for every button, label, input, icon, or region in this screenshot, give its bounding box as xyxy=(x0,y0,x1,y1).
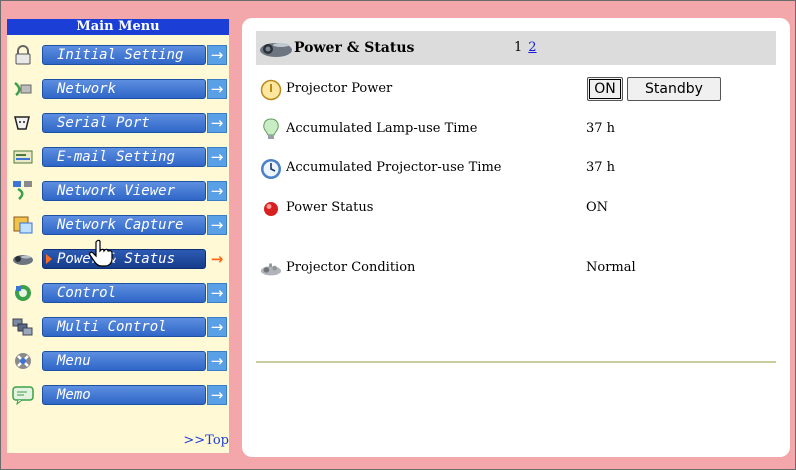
menu-button-menu[interactable]: Menu xyxy=(42,351,206,371)
arrow-right-icon[interactable]: → xyxy=(207,317,227,337)
network-viewer-icon xyxy=(12,181,34,201)
power-status-value: ON xyxy=(586,200,609,215)
page-frame: Main Menu Initial Setting → Network → Se… xyxy=(0,0,796,470)
top-link[interactable]: >>Top xyxy=(183,433,229,448)
arrow-right-icon[interactable]: → xyxy=(207,249,227,269)
menu-item-network-viewer[interactable]: Network Viewer → xyxy=(7,179,229,203)
arrow-right-icon[interactable]: → xyxy=(207,181,227,201)
arrow-right-icon[interactable]: → xyxy=(207,283,227,303)
menu-button-memo[interactable]: Memo xyxy=(42,385,206,405)
menu-button-initial-setting[interactable]: Initial Setting xyxy=(42,45,206,65)
projector-power-label: Projector Power xyxy=(286,81,393,96)
menu-item-power-status[interactable]: Power & Status → xyxy=(7,247,229,271)
selected-marker-icon xyxy=(46,254,52,264)
menu-item-serial-port[interactable]: Serial Port → xyxy=(7,111,229,135)
page-link-2[interactable]: 2 xyxy=(528,40,536,55)
arrow-right-icon[interactable]: → xyxy=(207,147,227,167)
arrow-right-icon[interactable]: → xyxy=(207,215,227,235)
menu-button-serial-port[interactable]: Serial Port xyxy=(42,113,206,133)
network-icon xyxy=(12,79,34,99)
arrow-right-icon[interactable]: → xyxy=(207,113,227,133)
section-header: Power & Status 12 xyxy=(256,31,776,65)
main-menu-sidebar: Main Menu Initial Setting → Network → Se… xyxy=(7,19,229,453)
condition-icon xyxy=(260,258,282,280)
projector-condition-label: Projector Condition xyxy=(286,260,416,275)
pagination: 12 xyxy=(514,40,537,55)
projector-icon xyxy=(260,43,292,57)
power-status-label: Power Status xyxy=(286,200,374,215)
multi-control-icon xyxy=(12,317,34,337)
email-icon xyxy=(12,147,34,167)
arrow-right-icon[interactable]: → xyxy=(207,79,227,99)
lamp-time-label: Accumulated Lamp-use Time xyxy=(286,121,478,136)
power-on-button[interactable]: ON xyxy=(587,77,623,101)
standby-button[interactable]: Standby xyxy=(627,77,721,101)
lock-icon xyxy=(12,45,34,65)
lamp-icon xyxy=(260,118,282,141)
menu-item-menu[interactable]: Menu → xyxy=(7,349,229,373)
projector-time-label: Accumulated Projector-use Time xyxy=(286,160,502,175)
row-power-status: Power Status ON xyxy=(256,195,776,221)
serial-port-icon xyxy=(12,113,34,133)
power-icon xyxy=(260,79,282,101)
menu-item-control[interactable]: Control → xyxy=(7,281,229,305)
row-projector-time: Accumulated Projector-use Time 37 h xyxy=(256,155,776,181)
menu-item-memo[interactable]: Memo → xyxy=(7,383,229,407)
lamp-time-value: 37 h xyxy=(586,121,616,136)
row-projector-power: Projector Power ON Standby xyxy=(256,76,776,102)
arrow-right-icon[interactable]: → xyxy=(207,351,227,371)
projector-condition-value: Normal xyxy=(586,260,636,275)
menu-button-network[interactable]: Network xyxy=(42,79,206,99)
menu-button-network-viewer[interactable]: Network Viewer xyxy=(42,181,206,201)
clock-icon xyxy=(260,158,282,180)
arrow-right-icon[interactable]: → xyxy=(207,385,227,405)
page-current: 1 xyxy=(514,40,523,55)
memo-icon xyxy=(12,385,34,405)
menu-item-multi-control[interactable]: Multi Control → xyxy=(7,315,229,339)
menu-button-power-status-label: Power & Status xyxy=(57,251,176,267)
menu-item-network-capture[interactable]: Network Capture → xyxy=(7,213,229,237)
arrow-right-icon[interactable]: → xyxy=(207,45,227,65)
projector-time-value: 37 h xyxy=(586,160,616,175)
menu-icon xyxy=(12,351,34,371)
menu-button-multi-control[interactable]: Multi Control xyxy=(42,317,206,337)
main-content-panel: Power & Status 12 Projector Power ON Sta… xyxy=(242,18,790,457)
projector-icon xyxy=(12,249,34,269)
row-lamp-time: Accumulated Lamp-use Time 37 h xyxy=(256,116,776,142)
menu-button-control[interactable]: Control xyxy=(42,283,206,303)
control-icon xyxy=(12,283,34,303)
status-light-icon xyxy=(260,198,282,220)
menu-item-network[interactable]: Network → xyxy=(7,77,229,101)
network-capture-icon xyxy=(12,215,34,235)
menu-button-power-status[interactable]: Power & Status xyxy=(42,249,206,269)
menu-item-initial-setting[interactable]: Initial Setting → xyxy=(7,43,229,67)
menu-button-email-setting[interactable]: E-mail Setting xyxy=(42,147,206,167)
main-menu-title: Main Menu xyxy=(7,19,229,35)
menu-item-email-setting[interactable]: E-mail Setting → xyxy=(7,145,229,169)
row-projector-condition: Projector Condition Normal xyxy=(256,255,776,281)
page-title: Power & Status xyxy=(294,40,415,56)
divider xyxy=(256,361,776,363)
menu-button-network-capture[interactable]: Network Capture xyxy=(42,215,206,235)
